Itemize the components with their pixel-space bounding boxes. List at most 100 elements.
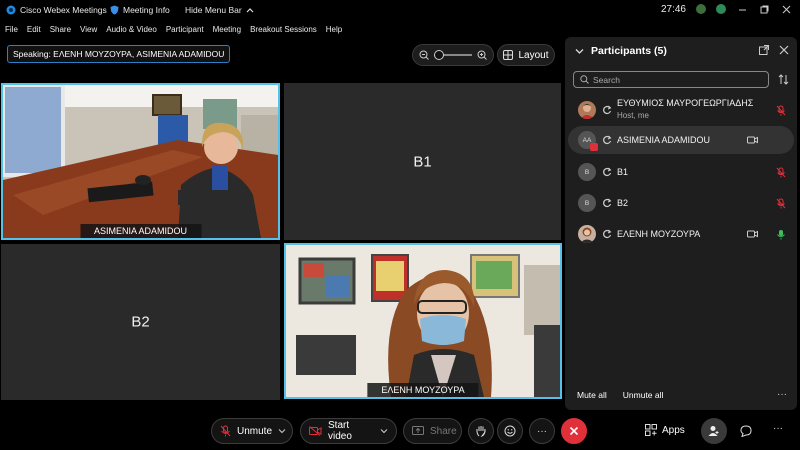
avatar-initials: B (584, 199, 590, 207)
video-tile-eleni[interactable]: ΕΛΕΝΗ ΜΟΥΖΟΥΡΑ (284, 243, 562, 399)
menu-bar: File Edit Share View Audio & Video Parti… (0, 21, 560, 37)
restore-icon[interactable] (758, 3, 770, 15)
end-meeting-button[interactable] (561, 418, 587, 444)
shield-icon (110, 5, 119, 15)
apps-label: Apps (662, 424, 685, 436)
menu-file[interactable]: File (5, 25, 18, 34)
video-muted-icon (309, 426, 322, 436)
menu-share[interactable]: Share (50, 25, 71, 34)
participant-name: ΕΥΘΥΜΙΟΣ ΜΑΥΡΟΓΕΩΡΓΙΑΔΗΣ (617, 98, 754, 108)
participant-search-input[interactable]: Search (573, 71, 769, 88)
zoom-in-icon[interactable] (477, 50, 487, 60)
connection-icon[interactable] (716, 4, 726, 14)
apps-button[interactable]: Apps (645, 424, 685, 436)
unmute-label: Unmute (237, 425, 273, 437)
meeting-controls: Unmute Start video Share ··· Apps ··· (0, 414, 800, 450)
menu-participant[interactable]: Participant (166, 25, 204, 34)
close-panel-icon[interactable] (779, 45, 789, 55)
video-tile-asimenia[interactable]: ASIMENIA ADAMIDOU (1, 83, 280, 240)
avatar (578, 225, 596, 243)
menu-audio-video[interactable]: Audio & Video (106, 25, 157, 34)
start-video-label: Start video (328, 420, 352, 442)
zoom-out-icon[interactable] (419, 50, 429, 60)
chevron-down-icon[interactable] (278, 428, 286, 434)
title-bar: Cisco Webex Meetings Meeting Info Hide M… (0, 0, 800, 20)
raise-hand-button[interactable] (468, 418, 494, 444)
pop-out-icon[interactable] (759, 45, 769, 55)
panel-header-icons (759, 45, 789, 55)
reactions-button[interactable] (497, 418, 523, 444)
menu-view[interactable]: View (80, 25, 97, 34)
close-icon (569, 426, 579, 436)
webex-logo-icon (6, 5, 16, 15)
participant-role: Host, me (617, 111, 650, 120)
more-toolbar-icon[interactable]: ··· (773, 423, 783, 434)
participant-row-asimenia[interactable]: AA ASIMENIA ADAMIDOU (568, 126, 794, 154)
chevron-up-icon (246, 7, 254, 13)
close-icon[interactable] (780, 3, 792, 15)
zoom-slider[interactable] (434, 50, 472, 60)
participants-toggle-button[interactable] (701, 418, 727, 444)
mute-all-button[interactable]: Mute all (577, 390, 607, 400)
participant-row-b1[interactable]: B B1 (568, 158, 794, 186)
participant-row-b2[interactable]: B B2 (568, 189, 794, 217)
menu-help[interactable]: Help (326, 25, 342, 34)
hand-icon (476, 425, 486, 437)
sort-icon[interactable] (778, 74, 789, 85)
layout-button[interactable]: Layout (497, 44, 555, 66)
camera-icon[interactable] (747, 136, 758, 144)
more-icon: ··· (537, 425, 547, 437)
sync-icon (602, 135, 612, 145)
participant-row-eleni[interactable]: ΕΛΕΝΗ ΜΟΥΖΟΥΡΑ (568, 220, 794, 248)
unmute-button[interactable]: Unmute (211, 418, 293, 444)
layout-label: Layout (518, 49, 549, 61)
avatar: AA (578, 131, 598, 151)
more-options-icon[interactable]: ··· (777, 389, 787, 400)
avatar-initials: B (584, 168, 590, 176)
participant-row-host[interactable]: ΕΥΘΥΜΙΟΣ ΜΑΥΡΟΓΕΩΡΓΙΑΔΗΣ Host, me (568, 95, 794, 125)
mic-active-icon[interactable] (776, 229, 786, 240)
menu-breakout-sessions[interactable]: Breakout Sessions (250, 25, 317, 34)
share-label: Share (430, 425, 457, 437)
chevron-down-icon[interactable] (380, 428, 388, 434)
more-options-button[interactable]: ··· (529, 418, 555, 444)
participants-panel: Participants (5) Search ΕΥΘΥΜΙΟΣ ΜΑΥΡΟΓΕ… (565, 37, 797, 410)
video-feed-office (3, 85, 278, 238)
network-status-icon[interactable] (696, 4, 706, 14)
video-tile-b1[interactable]: B1 (284, 83, 561, 240)
participant-name: ASIMENIA ADAMIDOU (617, 135, 711, 145)
participants-title: Participants (5) (591, 45, 667, 57)
zoom-slider-thumb[interactable] (434, 50, 444, 60)
share-icon (412, 426, 424, 436)
avatar: B (578, 163, 596, 181)
share-button[interactable]: Share (403, 418, 462, 444)
panel-footer: Mute all Unmute all (577, 390, 663, 400)
tile-label-b2: B2 (131, 313, 150, 331)
chat-button[interactable] (740, 425, 752, 437)
participant-name: B2 (617, 198, 629, 208)
unmute-all-button[interactable]: Unmute all (623, 390, 664, 400)
start-video-button[interactable]: Start video (300, 418, 397, 444)
mic-muted-icon[interactable] (776, 198, 786, 209)
menu-meeting[interactable]: Meeting (213, 25, 241, 34)
sync-icon (602, 198, 612, 208)
meeting-info-button[interactable]: Meeting Info (110, 5, 170, 15)
menu-edit[interactable]: Edit (27, 25, 41, 34)
minimize-icon[interactable] (736, 3, 748, 15)
sync-icon (602, 229, 612, 239)
mic-muted-icon[interactable] (776, 167, 786, 178)
grid-layout-icon (503, 50, 514, 60)
camera-icon[interactable] (747, 230, 758, 238)
chevron-down-icon[interactable] (575, 48, 584, 55)
participant-name: B1 (617, 167, 629, 177)
zoom-control (412, 44, 494, 66)
video-tile-b2[interactable]: B2 (1, 244, 280, 400)
video-feed-classroom (286, 245, 560, 397)
hide-menu-bar-button[interactable]: Hide Menu Bar (185, 5, 254, 15)
tile-name-asimenia: ASIMENIA ADAMIDOU (79, 224, 202, 238)
person-icon (708, 425, 720, 437)
mic-muted-icon[interactable] (776, 105, 786, 116)
title-bar-right: 27:46 (661, 3, 792, 15)
search-icon (580, 75, 589, 84)
hide-menu-bar-label: Hide Menu Bar (185, 5, 242, 15)
